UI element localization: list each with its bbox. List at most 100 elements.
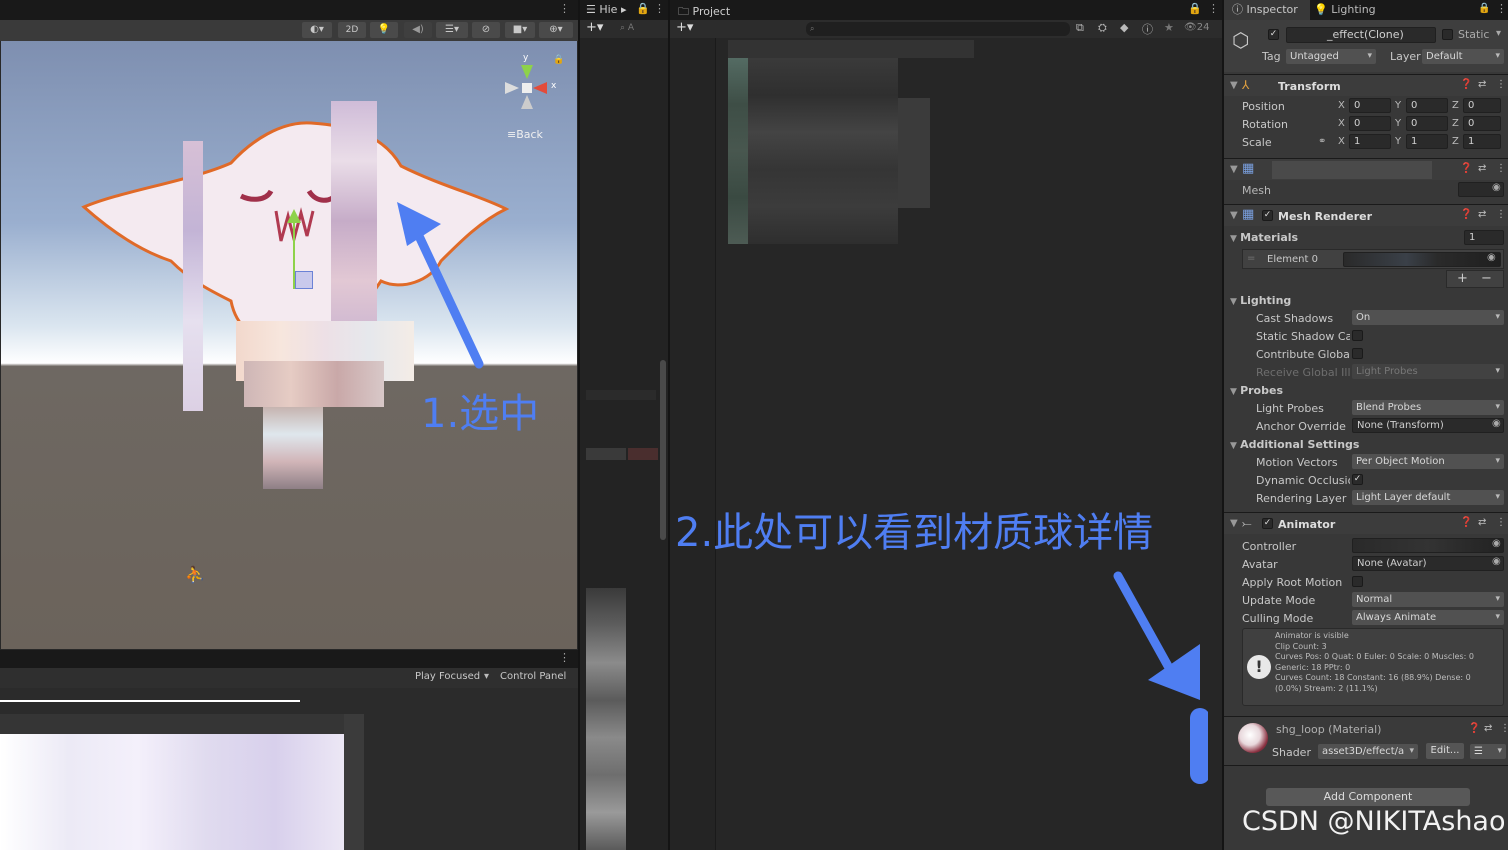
transform-x-field[interactable]: 0 [1349,116,1391,131]
constrain-proportions-icon[interactable]: ⚭ [1318,136,1326,147]
lighting-tab[interactable]: 💡 Lighting [1314,0,1376,20]
scene-viewport[interactable]: y x 🔒 ≡Back 1.选中 ⛹ [1,41,577,649]
element0-material-field[interactable] [1343,252,1501,267]
help-icon[interactable]: ❓ [1460,517,1472,528]
more-icon[interactable]: ⋮ [559,2,570,15]
materials-foldout[interactable]: ▼ Materials [1230,231,1298,244]
more-icon[interactable]: ⋮ [1208,2,1219,15]
help-icon[interactable]: ❓ [1460,163,1472,174]
search-by-type-icon[interactable]: ⧉ [1076,21,1084,35]
presets-icon[interactable]: ⇄ [1478,517,1486,528]
controller-field[interactable] [1352,538,1504,553]
eye-count[interactable]: 👁24 [1184,22,1209,33]
create-plus-icon[interactable]: +▾ [586,20,603,35]
control-panel-button[interactable]: Control Panel [500,671,566,682]
help-icon[interactable]: ❓ [1460,209,1472,220]
presets-icon[interactable]: ⇄ [1484,723,1492,734]
foldout-arrow-icon[interactable]: ▼ [1230,518,1238,529]
create-plus-icon[interactable]: +▾ [676,20,693,35]
transform-y-field[interactable]: 1 [1406,134,1448,149]
favorite-star-icon[interactable]: ★ [1164,21,1174,34]
add-component-button[interactable]: Add Component [1266,788,1470,806]
transform-y-field[interactable]: 0 [1406,116,1448,131]
tag-icon[interactable]: ◆ [1120,21,1128,34]
object-picker-icon[interactable]: ◉ [1492,556,1501,567]
object-picker-icon[interactable]: ◉ [1492,418,1501,429]
effects-toggle-icon[interactable]: ☰▾ [436,22,468,38]
more-icon[interactable]: ⋮ [1496,79,1506,90]
play-focused-dropdown[interactable]: Play Focused [415,671,480,682]
materials-count-field[interactable]: 1 [1464,230,1504,245]
additional-settings-foldout[interactable]: ▼ Additional Settings [1230,438,1359,451]
update-mode-dropdown[interactable]: Normal [1352,592,1504,607]
remove-element-button[interactable]: − [1481,271,1492,286]
lighting-foldout[interactable]: ▼ Lighting [1230,294,1291,307]
shading-mode-button[interactable]: ◐▾ [302,22,332,38]
rendering-layer-dropdown[interactable]: Light Layer default [1352,490,1504,505]
camera-settings-icon[interactable]: ■▾ [505,22,535,38]
dynamic-occlusion-checkbox[interactable]: ✓ [1352,474,1363,485]
probes-foldout[interactable]: ▼ Probes [1230,384,1283,397]
presets-icon[interactable]: ⇄ [1478,163,1486,174]
transform-z-field[interactable]: 0 [1463,116,1501,131]
object-picker-icon[interactable]: ◉ [1487,252,1496,263]
mesh-renderer-header[interactable]: ▼ ▦ ✓ Mesh Renderer ❓ ⇄ ⋮ [1224,204,1508,226]
more-icon[interactable]: ⋮ [654,2,665,15]
anchor-override-field[interactable]: None (Transform) [1352,418,1504,433]
mesh-filter-header[interactable]: ▼ ▦ ❓ ⇄ ⋮ [1224,158,1508,180]
hierarchy-tab[interactable]: ☰ Hie ▸ [586,3,627,16]
move-gizmo-plane[interactable] [295,271,313,289]
gizmos-toggle-icon[interactable]: ⊕▾ [539,22,573,38]
drag-handle-icon[interactable]: = [1247,253,1255,264]
layer-dropdown[interactable]: Default [1422,49,1504,64]
transform-z-field[interactable]: 1 [1463,134,1501,149]
more-icon[interactable]: ⋮ [1496,517,1506,528]
transform-x-field[interactable]: 0 [1349,98,1391,113]
object-name-field[interactable]: _effect(Clone) [1286,27,1436,43]
more-icon[interactable]: ⋮ [1496,209,1506,220]
motion-vectors-dropdown[interactable]: Per Object Motion [1352,454,1504,469]
transform-y-field[interactable]: 0 [1406,98,1448,113]
tag-dropdown[interactable]: Untagged [1286,49,1376,64]
2d-toggle-button[interactable]: 2D [338,22,366,38]
audio-toggle-icon[interactable]: ◀) [404,22,432,38]
more-icon[interactable]: ⋮ [559,651,570,664]
lock-icon[interactable]: 🔒 [636,2,650,15]
culling-mode-dropdown[interactable]: Always Animate [1352,610,1504,625]
static-dropdown-icon[interactable]: ▾ [1496,28,1501,39]
avatar-field[interactable]: None (Avatar) [1352,556,1504,571]
foldout-arrow-icon[interactable]: ▼ [1230,80,1238,91]
help-icon[interactable]: ❓ [1460,79,1472,90]
object-active-checkbox[interactable]: ✓ [1268,29,1279,40]
project-folder-tree[interactable] [670,38,716,850]
shader-edit-button[interactable]: Edit... [1426,743,1464,759]
contribute-gi-checkbox[interactable] [1352,348,1363,359]
mesh-renderer-enabled-checkbox[interactable]: ✓ [1262,210,1273,221]
inspector-tab[interactable]: ⓘ Inspector [1224,0,1310,20]
presets-icon[interactable]: ⇄ [1478,209,1486,220]
gizmo-lock-icon[interactable]: 🔒 [553,55,564,65]
transform-header[interactable]: ▼ ⅄ Transform ❓ ⇄ ⋮ [1224,74,1508,96]
object-picker-icon[interactable]: ◉ [1492,182,1501,193]
hidden-objects-icon[interactable]: ⊘ [472,22,500,38]
more-icon[interactable]: ⋮ [1496,163,1506,174]
animator-header[interactable]: ▼ ⤚ ✓ Animator ❓ ⇄ ⋮ [1224,512,1508,534]
light-probes-dropdown[interactable]: Blend Probes [1352,400,1504,415]
gizmo-back-label[interactable]: ≡Back [507,128,543,141]
hierarchy-list[interactable] [580,38,662,850]
presets-icon[interactable]: ⇄ [1478,79,1486,90]
cast-shadows-dropdown[interactable]: On [1352,310,1504,325]
lighting-toggle-icon[interactable]: 💡 [370,22,398,38]
help-icon[interactable]: ❓ [1468,723,1480,734]
object-picker-icon[interactable]: ◉ [1492,538,1501,549]
shader-dropdown[interactable]: asset3D/effect/a [1318,744,1418,759]
play-focused-chevron-icon[interactable]: ▾ [484,671,489,682]
hierarchy-scrollbar[interactable] [660,360,666,540]
more-icon[interactable]: ⋮ [1496,2,1507,15]
foldout-arrow-icon[interactable]: ▼ [1230,210,1238,221]
transform-x-field[interactable]: 1 [1349,134,1391,149]
lock-icon[interactable]: 🔒 [1188,2,1202,15]
search-icon[interactable]: ⌕ A [620,23,634,33]
shader-menu-dropdown[interactable]: ☰ [1470,744,1506,759]
animator-enabled-checkbox[interactable]: ✓ [1262,518,1273,529]
